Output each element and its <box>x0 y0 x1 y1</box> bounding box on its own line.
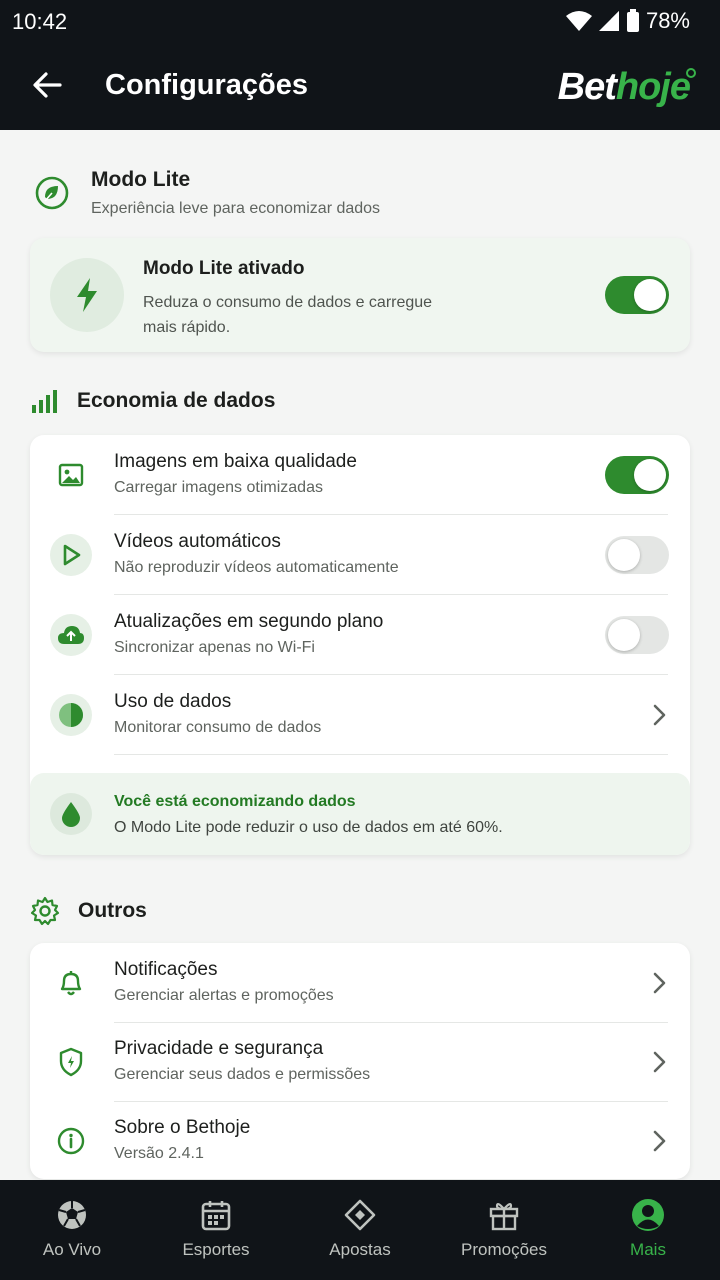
lite-mode-card: Modo Lite ativado Reduza o consumo de da… <box>30 238 690 352</box>
autoplay-videos-toggle[interactable] <box>605 536 669 574</box>
lite-card-title: Modo Lite ativado <box>143 258 305 279</box>
chevron-right-icon <box>653 1130 666 1152</box>
lite-card-desc-line2: mais rápido. <box>143 319 231 336</box>
battery-level: 78% <box>645 8 690 33</box>
battery-icon <box>626 9 639 32</box>
setting-row-low-quality-images[interactable]: Imagens em baixa qualidade Carregar imag… <box>30 435 690 515</box>
setting-row-data-usage[interactable]: Uso de dados Monitorar consumo de dados <box>30 675 690 755</box>
setting-label: Privacidade e segurança <box>114 1038 324 1059</box>
setting-label: Uso de dados <box>114 691 232 712</box>
status-bar: 10:42 78% <box>0 0 720 42</box>
tab-label: Ao Vivo <box>42 1240 102 1259</box>
data-saving-banner: Você está economizando dados O Modo Lite… <box>30 773 690 855</box>
data-saving-card: Imagens em baixa qualidade Carregar imag… <box>30 435 690 855</box>
leaf-icon <box>30 171 74 215</box>
app-bar: Configurações Bethoje <box>0 42 720 130</box>
banner-text: O Modo Lite pode reduzir o uso de dados … <box>114 819 503 836</box>
signal-bars-icon <box>32 390 57 413</box>
lite-card-desc-line1: Reduza o consumo de dados e carregue <box>143 294 433 311</box>
tab-mais[interactable]: Mais <box>576 1180 720 1280</box>
setting-desc: Carregar imagens otimizadas <box>114 479 323 496</box>
chevron-right-icon <box>653 972 666 994</box>
setting-row-autoplay-videos[interactable]: Vídeos automáticos Não reproduzir vídeos… <box>30 515 690 595</box>
tab-esportes[interactable]: Esportes <box>144 1180 288 1280</box>
setting-desc: Gerenciar alertas e promoções <box>114 987 334 1004</box>
calendar-icon <box>199 1198 233 1232</box>
setting-row-notifications[interactable]: Notificações Gerenciar alertas e promoçõ… <box>30 943 690 1023</box>
data-section-header: Economia de dados <box>30 388 275 414</box>
image-icon <box>50 454 92 496</box>
tab-label: Esportes <box>182 1240 250 1259</box>
setting-row-background-updates[interactable]: Atualizações em segundo plano Sincroniza… <box>30 595 690 675</box>
back-arrow-icon[interactable] <box>30 68 64 102</box>
user-icon <box>631 1198 665 1232</box>
play-icon <box>50 534 92 576</box>
bottom-navigation: Ao Vivo Esportes Apostas Promoções Mais <box>0 1180 720 1280</box>
lightning-icon <box>50 258 124 332</box>
data-section-title: Economia de dados <box>77 389 276 412</box>
gift-icon <box>487 1198 521 1232</box>
setting-desc: Sincronizar apenas no Wi-Fi <box>114 639 315 656</box>
lite-section-header: Modo Lite Experiência leve para economiz… <box>30 168 380 218</box>
soccer-ball-icon <box>55 1198 89 1232</box>
setting-desc: Versão 2.4.1 <box>114 1145 204 1162</box>
setting-label: Imagens em baixa qualidade <box>114 451 357 472</box>
status-icons: 78% <box>565 8 690 34</box>
cloud-upload-icon <box>50 614 92 656</box>
page-title: Configurações <box>105 69 309 101</box>
other-settings-card: Notificações Gerenciar alertas e promoçõ… <box>30 943 690 1179</box>
setting-label: Notificações <box>114 959 218 980</box>
ticket-icon <box>343 1198 377 1232</box>
setting-row-about[interactable]: Sobre o Bethoje Versão 2.4.1 <box>30 1101 690 1181</box>
other-section-header: Outros <box>30 896 147 926</box>
wifi-icon <box>565 11 592 31</box>
tab-ao-vivo[interactable]: Ao Vivo <box>0 1180 144 1280</box>
info-icon <box>50 1120 92 1162</box>
banner-title: Você está economizando dados <box>114 793 356 810</box>
setting-label: Vídeos automáticos <box>114 531 281 552</box>
background-updates-toggle[interactable] <box>605 616 669 654</box>
bell-icon <box>50 962 92 1004</box>
tab-apostas[interactable]: Apostas <box>288 1180 432 1280</box>
tab-label: Promoções <box>461 1240 547 1259</box>
setting-label: Sobre o Bethoje <box>114 1117 251 1138</box>
setting-desc: Não reproduzir vídeos automaticamente <box>114 559 399 576</box>
chevron-right-icon <box>653 704 666 726</box>
other-section-title: Outros <box>78 899 147 922</box>
setting-desc: Gerenciar seus dados e permissões <box>114 1066 371 1083</box>
lite-mode-toggle[interactable] <box>605 276 669 314</box>
setting-desc: Monitorar consumo de dados <box>114 719 322 736</box>
lite-section-title: Modo Lite <box>91 168 191 191</box>
tab-label: Apostas <box>329 1240 391 1259</box>
low-quality-images-toggle[interactable] <box>605 456 669 494</box>
bethoje-logo: Bethoje <box>558 66 696 109</box>
setting-label: Atualizações em segundo plano <box>114 611 384 632</box>
water-drop-icon <box>50 793 92 835</box>
signal-icon <box>598 11 619 31</box>
tab-label: Mais <box>630 1240 666 1259</box>
setting-row-privacy[interactable]: Privacidade e segurança Gerenciar seus d… <box>30 1022 690 1102</box>
status-time: 10:42 <box>12 9 68 34</box>
tab-promocoes[interactable]: Promoções <box>432 1180 576 1280</box>
pie-chart-icon <box>50 694 92 736</box>
shield-icon <box>50 1041 92 1083</box>
lite-section-subtitle: Experiência leve para economizar dados <box>91 200 381 217</box>
chevron-right-icon <box>653 1051 666 1073</box>
gear-icon <box>30 896 60 926</box>
